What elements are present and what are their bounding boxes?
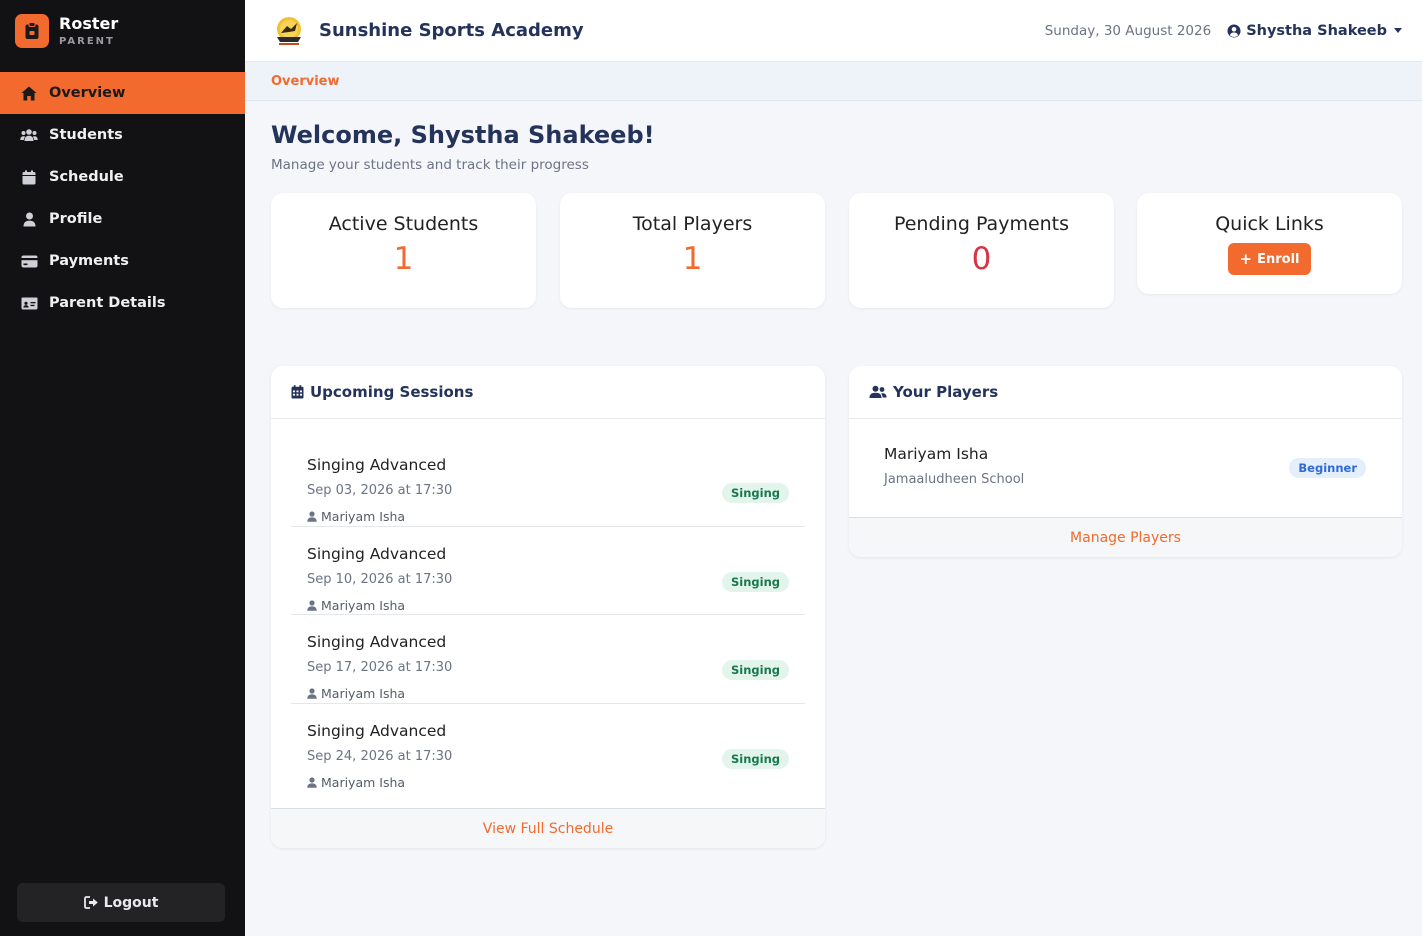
clipboard-icon [15, 14, 49, 48]
list-item[interactable]: Mariyam Isha Jamaaludheen School Beginne… [849, 419, 1402, 517]
session-time: Sep 24, 2026 at 17:30 [307, 748, 453, 764]
manage-players-link[interactable]: Manage Players [849, 517, 1402, 557]
sidebar-item-payments[interactable]: Payments [0, 240, 245, 282]
stat-label: Pending Payments [893, 213, 1070, 235]
sidebar-item-parent-details[interactable]: Parent Details [0, 282, 245, 324]
status-badge: Singing [721, 571, 789, 592]
sidebar-item-students[interactable]: Students [0, 114, 245, 156]
user-icon [307, 776, 317, 788]
sidebar: Roster PARENT Overview Students Schedule [0, 0, 245, 936]
stat-label: Active Students [328, 213, 479, 235]
credit-card-icon [20, 252, 38, 270]
sidebar-item-label: Schedule [49, 169, 124, 185]
breadcrumb-current: Overview [271, 73, 340, 89]
breadcrumb: Overview [245, 62, 1422, 101]
calendar-icon [291, 385, 304, 399]
card-title: Your Players [893, 383, 999, 401]
session-list: Singing Advanced Sep 03, 2026 at 17:30 M… [271, 419, 825, 808]
chevron-down-icon [1394, 28, 1402, 33]
session-student: Mariyam Isha [307, 598, 405, 613]
academy-logo [277, 16, 301, 45]
list-item[interactable]: Singing Advanced Sep 24, 2026 at 17:30 M… [291, 704, 805, 793]
top-header: Sunshine Sports Academy Sunday, 30 Augus… [245, 0, 1422, 62]
status-badge: Singing [721, 748, 789, 769]
stat-card-pending-payments: Pending Payments 0 [849, 193, 1114, 308]
list-item[interactable]: Singing Advanced Sep 17, 2026 at 17:30 M… [291, 615, 805, 704]
logout-icon [83, 896, 98, 909]
student-name: Mariyam Isha [321, 686, 406, 701]
your-players-card: Your Players Mariyam Isha Jamaaludheen S… [849, 366, 1402, 557]
card-title: Upcoming Sessions [310, 383, 474, 401]
sidebar-item-label: Parent Details [49, 295, 166, 311]
current-date: Sunday, 30 August 2026 [1044, 22, 1212, 39]
student-name: Mariyam Isha [321, 774, 406, 790]
session-time: Sep 17, 2026 at 17:30 [307, 660, 453, 675]
sidebar-item-label: Profile [49, 211, 103, 227]
list-item[interactable]: Singing Advanced Sep 10, 2026 at 17:30 M… [291, 527, 805, 615]
session-title: Singing Advanced [307, 544, 447, 563]
session-student: Mariyam Isha [307, 775, 405, 790]
status-badge: Singing [721, 483, 789, 503]
player-school: Jamaaludheen School [884, 472, 1025, 487]
stat-card-total-players: Total Players 1 [560, 193, 825, 308]
page-subtitle: Manage your students and track their pro… [271, 157, 589, 173]
session-student: Mariyam Isha [307, 509, 405, 524]
card-header: Your Players [849, 366, 1402, 419]
academy-name: Sunshine Sports Academy [319, 20, 584, 41]
user-icon [20, 210, 38, 228]
view-full-schedule-link[interactable]: View Full Schedule [271, 808, 825, 848]
stat-value: 0 [971, 241, 992, 277]
level-badge: Beginner [1289, 458, 1366, 478]
id-card-icon [20, 294, 38, 312]
list-item[interactable]: Singing Advanced Sep 03, 2026 at 17:30 M… [291, 438, 805, 527]
brand[interactable]: Roster PARENT [0, 0, 245, 62]
users-icon [20, 126, 38, 144]
logout-label: Logout [103, 894, 159, 911]
stat-label: Quick Links [1215, 213, 1324, 235]
user-menu-dropdown[interactable]: Shystha Shakeeb [1227, 23, 1402, 39]
sidebar-item-profile[interactable]: Profile [0, 198, 245, 240]
user-circle-icon [1227, 24, 1241, 37]
user-icon [307, 511, 317, 522]
users-icon [869, 385, 887, 398]
sidebar-item-schedule[interactable]: Schedule [0, 156, 245, 198]
card-header: Upcoming Sessions [271, 366, 825, 419]
calendar-icon [20, 168, 38, 186]
plus-icon: + [1239, 250, 1253, 268]
stat-value: 1 [682, 241, 703, 277]
home-icon [20, 84, 38, 102]
sidebar-item-overview[interactable]: Overview [0, 72, 245, 114]
stat-label: Total Players [632, 213, 753, 235]
session-time: Sep 03, 2026 at 17:30 [307, 483, 453, 498]
brand-subtitle: PARENT [59, 35, 115, 47]
user-icon [307, 688, 317, 699]
brand-title: Roster [59, 14, 119, 34]
stat-card-quick-links: Quick Links + Enroll [1137, 193, 1402, 294]
session-title: Singing Advanced [307, 721, 447, 740]
student-name: Mariyam Isha [321, 597, 406, 613]
stat-card-active-students: Active Students 1 [271, 193, 536, 308]
user-icon [307, 599, 317, 611]
upcoming-sessions-card: Upcoming Sessions Singing Advanced Sep 0… [271, 366, 825, 848]
session-title: Singing Advanced [307, 633, 447, 651]
enroll-label: Enroll [1257, 251, 1300, 267]
sidebar-item-label: Students [49, 127, 123, 143]
session-time: Sep 10, 2026 at 17:30 [307, 571, 453, 587]
user-name: Shystha Shakeeb [1246, 22, 1387, 39]
sidebar-item-label: Payments [49, 253, 129, 269]
session-title: Singing Advanced [307, 456, 447, 474]
student-name: Mariyam Isha [321, 509, 406, 524]
logout-button[interactable]: Logout [17, 883, 225, 922]
stat-value: 1 [393, 241, 414, 277]
sidebar-item-label: Overview [49, 85, 126, 101]
status-badge: Singing [721, 660, 789, 680]
player-name: Mariyam Isha [884, 445, 989, 463]
sidebar-nav: Overview Students Schedule Profile Payme… [0, 72, 245, 324]
enroll-button[interactable]: + Enroll [1227, 243, 1312, 275]
session-student: Mariyam Isha [307, 686, 405, 701]
page-title: Welcome, Shystha Shakeeb! [271, 121, 655, 149]
